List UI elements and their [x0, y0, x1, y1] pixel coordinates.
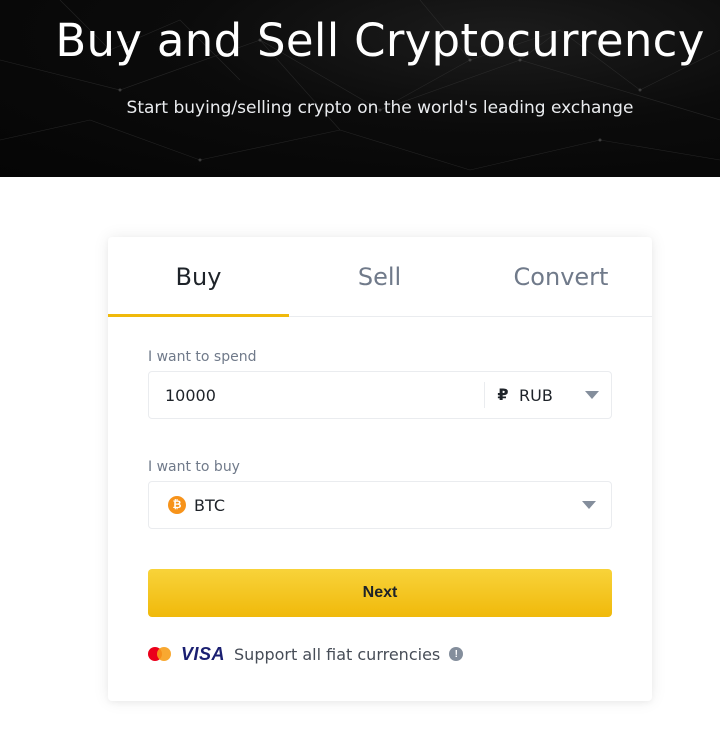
spend-field: ₽ RUB — [148, 371, 612, 419]
page-title: Buy and Sell Cryptocurrency — [55, 14, 705, 67]
tab-buy[interactable]: Buy — [108, 237, 289, 317]
trade-card: Buy Sell Convert I want to spend ₽ RUB I… — [108, 237, 652, 701]
spend-label: I want to spend — [148, 349, 257, 365]
page-subtitle: Start buying/selling crypto on the world… — [126, 98, 634, 118]
tab-sell[interactable]: Sell — [289, 237, 470, 317]
support-text: Support all fiat currencies — [234, 644, 441, 664]
visa-logo: VISA — [181, 643, 226, 664]
tab-convert-label: Convert — [513, 263, 609, 291]
trade-tabs: Buy Sell Convert — [108, 237, 652, 317]
info-icon[interactable]: ! — [449, 647, 464, 661]
buy-field: ₿ BTC — [148, 481, 612, 529]
mastercard-icon — [148, 647, 172, 661]
crypto-code: BTC — [194, 495, 225, 515]
fiat-currency-select[interactable]: ₽ RUB — [485, 372, 611, 418]
bitcoin-icon: ₿ — [168, 496, 186, 514]
buy-label: I want to buy — [148, 459, 240, 475]
active-tab-indicator — [108, 314, 289, 317]
next-button[interactable]: Next — [148, 569, 612, 617]
payment-support: VISA Support all fiat currencies ! — [148, 642, 568, 666]
spend-amount-input[interactable] — [149, 372, 483, 418]
tab-buy-label: Buy — [175, 263, 222, 291]
fiat-currency-code: RUB — [519, 385, 553, 405]
tab-convert[interactable]: Convert — [470, 237, 652, 317]
chevron-down-icon — [585, 391, 599, 399]
crypto-select[interactable]: ₿ BTC — [149, 482, 611, 528]
hero-banner: Buy and Sell Cryptocurrency Start buying… — [0, 0, 720, 177]
tab-sell-label: Sell — [357, 263, 402, 291]
ruble-icon: ₽ — [497, 387, 509, 404]
chevron-down-icon — [582, 501, 596, 509]
